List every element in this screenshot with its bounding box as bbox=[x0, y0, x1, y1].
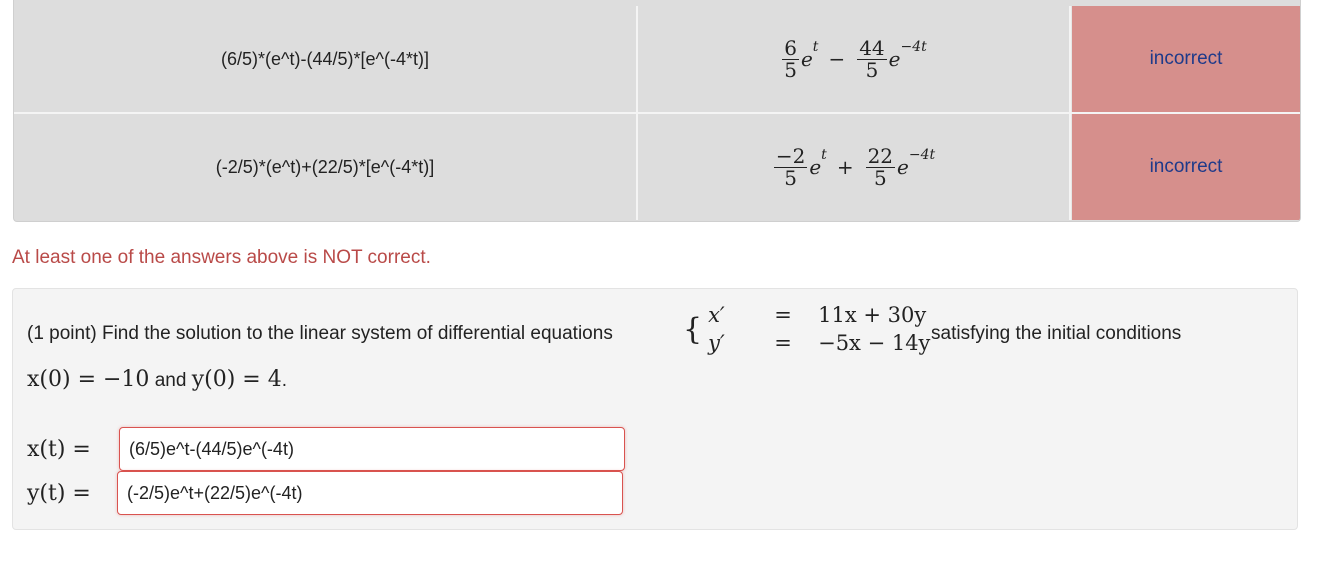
problem-statement-tail: satisfying the initial conditions bbox=[931, 323, 1182, 344]
answer-row-y: y(t) = bbox=[27, 471, 623, 515]
fraction-numerator: −2 bbox=[773, 143, 808, 168]
answer-preview-expression: −2 5 et + 22 5 e −4t bbox=[772, 143, 936, 190]
exp-base: e bbox=[809, 155, 822, 179]
entered-answer-cell: (6/5)*(e^t)-(44/5)*[e^(-4*t)] bbox=[14, 6, 638, 112]
operator: − bbox=[828, 47, 846, 71]
equation-rhs: −5x − 14y bbox=[818, 331, 931, 355]
equation-lhs: x′ bbox=[708, 303, 725, 327]
initial-condition-x: x(0) = −10 bbox=[27, 367, 150, 392]
exponent: t bbox=[812, 39, 819, 55]
results-row: (-2/5)*(e^t)+(22/5)*[e^(-4*t)] −2 5 et +… bbox=[14, 114, 1300, 220]
initial-conditions: x(0) = −10 and y(0) = 4. bbox=[27, 367, 287, 392]
answer-input-y[interactable] bbox=[117, 471, 623, 515]
fraction-denominator: 5 bbox=[873, 165, 887, 190]
fraction-denominator: 5 bbox=[784, 165, 797, 190]
equation-equals: = bbox=[774, 331, 792, 355]
problem-statement: (1 point) Find the solution to the linea… bbox=[27, 323, 613, 344]
exp-base: e bbox=[888, 47, 901, 71]
results-table: (6/5)*(e^t)-(44/5)*[e^(-4*t)] 6 5 et − 4… bbox=[13, 0, 1301, 222]
answer-preview-cell: 6 5 et − 44 5 e −4t bbox=[638, 6, 1071, 112]
fraction-denominator: 5 bbox=[865, 57, 879, 82]
answer-row-x: x(t) = bbox=[27, 427, 625, 471]
result-status-cell: incorrect bbox=[1071, 6, 1300, 112]
initial-conditions-and: and bbox=[154, 370, 187, 391]
initial-conditions-period: . bbox=[281, 370, 287, 391]
fraction: −2 5 bbox=[773, 143, 808, 190]
exponent: t bbox=[821, 147, 827, 163]
feedback-message: At least one of the answers above is NOT… bbox=[12, 247, 431, 268]
fraction-numerator: 22 bbox=[865, 143, 896, 168]
brace-symbol: { bbox=[683, 311, 703, 347]
answer-label-y: y(t) = bbox=[27, 480, 91, 506]
results-row: (6/5)*(e^t)-(44/5)*[e^(-4*t)] 6 5 et − 4… bbox=[14, 6, 1300, 112]
entered-answer-cell: (-2/5)*(e^t)+(22/5)*[e^(-4*t)] bbox=[14, 114, 638, 220]
operator: + bbox=[836, 155, 854, 179]
problem-box: (1 point) Find the solution to the linea… bbox=[12, 288, 1298, 530]
fraction: 44 5 bbox=[857, 35, 887, 82]
answer-label-x: x(t) = bbox=[27, 436, 91, 462]
exponent: −4t bbox=[908, 147, 936, 163]
equation-grid: x′ = 11x + 30y y′ = −5x − 14y bbox=[708, 303, 938, 355]
equation-equals: = bbox=[774, 303, 792, 327]
answer-preview-cell: −2 5 et + 22 5 e −4t bbox=[638, 114, 1071, 220]
fraction: 22 5 bbox=[865, 143, 896, 190]
initial-condition-y: y(0) = 4 bbox=[191, 367, 282, 392]
equation-rhs: 11x + 30y bbox=[818, 303, 927, 327]
answer-input-x[interactable] bbox=[119, 427, 625, 471]
exp-base: e bbox=[897, 155, 909, 179]
fraction-numerator: 6 bbox=[782, 35, 799, 60]
exp-base: e bbox=[800, 47, 813, 71]
exponent: −4t bbox=[900, 39, 927, 55]
equation-lhs: y′ bbox=[708, 331, 725, 355]
fraction: 6 5 bbox=[782, 35, 799, 82]
answer-preview-expression: 6 5 et − 44 5 e −4t bbox=[780, 35, 927, 82]
equation-system: { x′ = 11x + 30y y′ = −5x − 14y bbox=[683, 303, 938, 355]
result-status-cell: incorrect bbox=[1071, 114, 1300, 220]
fraction-numerator: 44 bbox=[857, 35, 887, 60]
fraction-denominator: 5 bbox=[784, 57, 797, 82]
